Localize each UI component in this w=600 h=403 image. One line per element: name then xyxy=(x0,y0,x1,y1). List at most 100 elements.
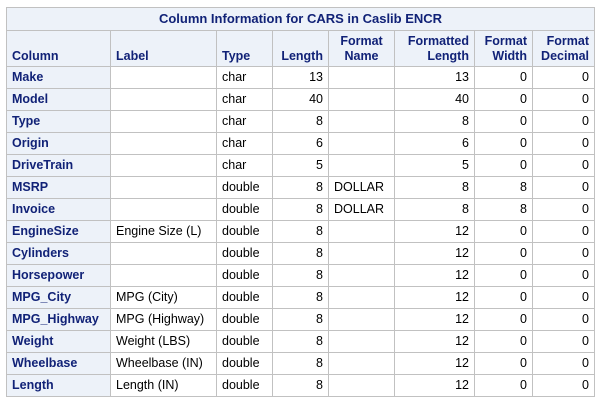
header-format-name: Format Name xyxy=(328,30,395,67)
header-type: Type xyxy=(216,30,273,67)
table-row: EngineSize Engine Size (L) double 8 12 0 0 xyxy=(6,220,595,243)
header-format-decimal: Format Decimal xyxy=(532,30,595,67)
cell-label xyxy=(110,264,217,287)
cell-type: char xyxy=(216,88,273,111)
header-column: Column xyxy=(6,30,111,67)
column-info-table: Column Information for CARS in Caslib EN… xyxy=(6,7,595,397)
cell-formatted-length: 13 xyxy=(394,66,475,89)
cell-length: 8 xyxy=(272,198,329,221)
cell-label: Length (IN) xyxy=(110,374,217,397)
cell-format-name xyxy=(328,66,395,89)
cell-column: Weight xyxy=(6,330,111,353)
table-row: MPG_Highway MPG (Highway) double 8 12 0 0 xyxy=(6,308,595,331)
table-title-row: Column Information for CARS in Caslib EN… xyxy=(6,7,595,31)
cell-label: Engine Size (L) xyxy=(110,220,217,243)
cell-format-decimal: 0 xyxy=(532,132,595,155)
cell-length: 6 xyxy=(272,132,329,155)
cell-format-width: 0 xyxy=(474,286,533,309)
cell-label: MPG (City) xyxy=(110,286,217,309)
cell-column: MSRP xyxy=(6,176,111,199)
cell-formatted-length: 8 xyxy=(394,110,475,133)
header-label: Label xyxy=(110,30,217,67)
cell-format-width: 0 xyxy=(474,132,533,155)
cell-length: 5 xyxy=(272,154,329,177)
cell-formatted-length: 40 xyxy=(394,88,475,111)
cell-format-decimal: 0 xyxy=(532,286,595,309)
cell-column: DriveTrain xyxy=(6,154,111,177)
cell-column: Cylinders xyxy=(6,242,111,265)
cell-format-decimal: 0 xyxy=(532,176,595,199)
cell-formatted-length: 12 xyxy=(394,374,475,397)
cell-column: Origin xyxy=(6,132,111,155)
cell-format-width: 0 xyxy=(474,154,533,177)
cell-label xyxy=(110,176,217,199)
cell-length: 8 xyxy=(272,242,329,265)
cell-format-width: 0 xyxy=(474,110,533,133)
cell-length: 8 xyxy=(272,264,329,287)
table-row: Make char 13 13 0 0 xyxy=(6,66,595,89)
cell-formatted-length: 12 xyxy=(394,264,475,287)
cell-format-decimal: 0 xyxy=(532,154,595,177)
cell-format-width: 0 xyxy=(474,220,533,243)
cell-length: 8 xyxy=(272,220,329,243)
cell-format-decimal: 0 xyxy=(532,308,595,331)
header-format-width: Format Width xyxy=(474,30,533,67)
table-row: Origin char 6 6 0 0 xyxy=(6,132,595,155)
cell-format-name xyxy=(328,374,395,397)
cell-format-decimal: 0 xyxy=(532,330,595,353)
cell-formatted-length: 12 xyxy=(394,242,475,265)
cell-format-decimal: 0 xyxy=(532,264,595,287)
table-row: Wheelbase Wheelbase (IN) double 8 12 0 0 xyxy=(6,352,595,375)
cell-label xyxy=(110,132,217,155)
cell-format-name xyxy=(328,352,395,375)
table-row: MPG_City MPG (City) double 8 12 0 0 xyxy=(6,286,595,309)
cell-format-decimal: 0 xyxy=(532,220,595,243)
cell-column: MPG_Highway xyxy=(6,308,111,331)
cell-length: 8 xyxy=(272,308,329,331)
cell-column: Make xyxy=(6,66,111,89)
cell-length: 8 xyxy=(272,286,329,309)
cell-column: Horsepower xyxy=(6,264,111,287)
cell-format-name xyxy=(328,154,395,177)
cell-type: char xyxy=(216,66,273,89)
cell-length: 8 xyxy=(272,110,329,133)
cell-format-width: 0 xyxy=(474,264,533,287)
column-header-row: Column Label Type Length Format Name For… xyxy=(6,30,595,67)
cell-label xyxy=(110,88,217,111)
cell-label: Weight (LBS) xyxy=(110,330,217,353)
cell-column: Length xyxy=(6,374,111,397)
cell-formatted-length: 8 xyxy=(394,176,475,199)
cell-column: Wheelbase xyxy=(6,352,111,375)
cell-type: double xyxy=(216,242,273,265)
cell-format-name xyxy=(328,286,395,309)
cell-formatted-length: 12 xyxy=(394,330,475,353)
cell-length: 8 xyxy=(272,330,329,353)
cell-format-decimal: 0 xyxy=(532,198,595,221)
cell-format-decimal: 0 xyxy=(532,88,595,111)
cell-format-name xyxy=(328,264,395,287)
cell-format-width: 0 xyxy=(474,308,533,331)
cell-type: char xyxy=(216,154,273,177)
cell-column: EngineSize xyxy=(6,220,111,243)
cell-format-width: 0 xyxy=(474,66,533,89)
cell-format-decimal: 0 xyxy=(532,110,595,133)
table-row: Weight Weight (LBS) double 8 12 0 0 xyxy=(6,330,595,353)
table-row: Model char 40 40 0 0 xyxy=(6,88,595,111)
cell-format-width: 0 xyxy=(474,242,533,265)
cell-type: double xyxy=(216,308,273,331)
cell-format-decimal: 0 xyxy=(532,352,595,375)
cell-format-name: DOLLAR xyxy=(328,198,395,221)
cell-format-name xyxy=(328,330,395,353)
cell-format-width: 8 xyxy=(474,176,533,199)
cell-type: double xyxy=(216,374,273,397)
cell-formatted-length: 8 xyxy=(394,198,475,221)
table-row: Horsepower double 8 12 0 0 xyxy=(6,264,595,287)
cell-type: char xyxy=(216,110,273,133)
cell-format-width: 0 xyxy=(474,374,533,397)
cell-column: Invoice xyxy=(6,198,111,221)
cell-formatted-length: 12 xyxy=(394,352,475,375)
cell-format-decimal: 0 xyxy=(532,374,595,397)
cell-type: double xyxy=(216,264,273,287)
cell-type: double xyxy=(216,330,273,353)
table-body: Make char 13 13 0 0 Model char 40 40 0 0 Type char 8 8 0… xyxy=(6,66,595,397)
